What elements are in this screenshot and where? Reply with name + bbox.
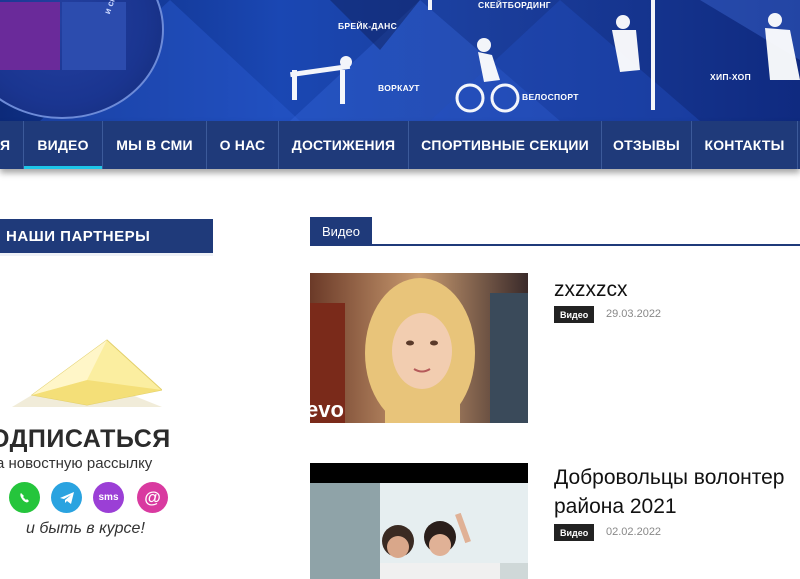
banner-label: ХИП-ХОП <box>710 72 751 82</box>
telegram-icon[interactable] <box>51 482 82 513</box>
banner-label: ВОРКАУТ <box>378 83 420 93</box>
sms-icon[interactable]: sms <box>93 482 124 513</box>
subscribe-footer: и быть в курсе! <box>26 520 145 537</box>
vevo-overlay: evo <box>310 397 344 422</box>
post-date: 02.02.2022 <box>606 526 662 538</box>
nav-item-achievements[interactable]: ДОСТИЖЕНИЯ <box>279 121 409 169</box>
post-thumbnail[interactable]: evo <box>310 273 528 423</box>
nav-item-contacts[interactable]: КОНТАКТЫ <box>692 121 798 169</box>
whatsapp-icon[interactable] <box>9 482 40 513</box>
envelope-icon[interactable] <box>12 335 162 415</box>
post-thumbnail[interactable] <box>310 463 528 579</box>
banner-label: СКЕЙТБОРДИНГ <box>478 0 551 10</box>
post-title-line[interactable]: района 2021 <box>554 492 677 521</box>
nav-item-sections[interactable]: СПОРТИВНЫЕ СЕКЦИИ <box>409 121 602 169</box>
section-title: Видео <box>310 217 372 245</box>
main-navigation: Я ВИДЕО МЫ В СМИ О НАС ДОСТИЖЕНИЯ СПОРТИ… <box>0 121 800 169</box>
video-thumbnail-image <box>310 463 528 579</box>
athlete-figures <box>290 0 800 113</box>
nav-item-reviews[interactable]: ОТЗЫВЫ <box>602 121 692 169</box>
post-category-badge[interactable]: Видео <box>554 306 595 323</box>
nav-item-media[interactable]: МЫ В СМИ <box>103 121 207 169</box>
banner-label: БРЕЙК-ДАНС <box>338 21 398 31</box>
email-icon[interactable]: @ <box>137 482 168 513</box>
nav-item-video[interactable]: ВИДЕО <box>24 121 103 169</box>
partners-heading: НАШИ ПАРТНЕРЫ <box>0 219 213 256</box>
nav-item-partial[interactable]: Я <box>0 121 24 169</box>
post-title[interactable]: zxzxzcx <box>554 275 628 304</box>
banner-label: ВЕЛОСПОРТ <box>522 92 579 102</box>
section-divider <box>310 244 800 246</box>
subscribe-title[interactable]: ОДПИСАТЬСЯ <box>0 425 171 454</box>
post-date: 29.03.2022 <box>606 308 662 320</box>
post-category-badge[interactable]: Видео <box>554 524 595 541</box>
subscribe-subtitle: а новостную рассылку <box>0 455 153 472</box>
header-banner: и спорта • цент БРЕЙК-ДАНС СКЕЙТБОРДИНГ <box>0 0 800 121</box>
nav-item-about[interactable]: О НАС <box>207 121 279 169</box>
post-title-line[interactable]: Добровольцы волонтер <box>554 463 784 492</box>
